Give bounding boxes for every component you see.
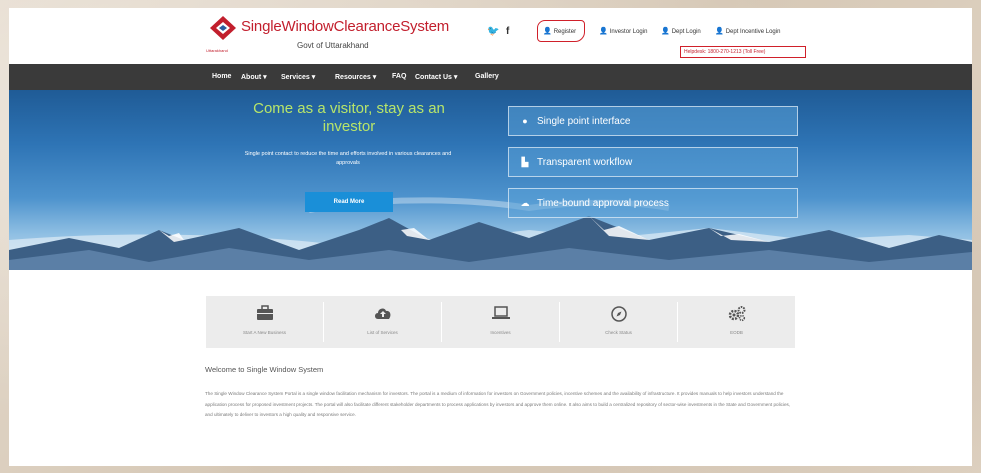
hero-banner: Come as a visitor, stay as an investor S… (9, 90, 972, 270)
briefcase-icon (206, 305, 323, 325)
investor-login-label: Investor Login (609, 29, 648, 35)
logo-tagline: Uttarakhand (206, 48, 228, 53)
feature-label: Time-bound approval process (537, 198, 669, 209)
helpdesk-number: Helpdesk: 1800-270-1213 (Toll Free) (680, 46, 806, 58)
cloud-upload-icon (324, 305, 441, 325)
service-label: Start A New Business (242, 330, 287, 335)
investor-login-link[interactable]: 👤 Investor Login (599, 27, 647, 35)
nav-home[interactable]: Home (212, 73, 231, 80)
service-list[interactable]: List of Services (324, 296, 441, 348)
register-link[interactable]: 👤 Register (543, 27, 576, 35)
main-navbar: Home About ▾ Services ▾ Resources ▾ FAQ … (9, 64, 972, 90)
nav-gallery[interactable]: Gallery (475, 73, 499, 80)
service-start-business[interactable]: Start A New Business (206, 296, 323, 348)
dept-login-link[interactable]: 👤 Dept Login (661, 27, 701, 35)
compass-icon (560, 305, 677, 325)
nav-resources[interactable]: Resources ▾ (335, 73, 376, 81)
browser-page: SingleWindowClearanceSystem Govt of Utta… (9, 8, 972, 466)
globe-icon: ● (522, 116, 528, 126)
service-label: Incentives (490, 330, 511, 335)
user-icon: 👤 (661, 28, 670, 35)
hero-title: Come as a visitor, stay as an investor (253, 100, 445, 135)
cloud-icon: ☁ (520, 198, 530, 208)
gears-icon (678, 305, 795, 325)
hierarchy-icon: ▙ (521, 157, 529, 167)
service-check-status[interactable]: Check Status (560, 296, 677, 348)
logo-icon[interactable] (209, 14, 237, 48)
facebook-icon[interactable]: f (506, 26, 509, 37)
laptop-icon (442, 305, 559, 325)
dept-incentive-login-link[interactable]: 👤 Dept Incentive Login (715, 27, 780, 35)
service-label: List of Services (367, 330, 398, 335)
nav-services[interactable]: Services ▾ (281, 73, 315, 81)
hero-text: Single point contact to reduce the time … (244, 151, 452, 166)
feature-single-point[interactable]: ● Single point interface (508, 106, 798, 136)
user-icon: 👤 (599, 28, 608, 35)
user-icon: 👤 (715, 28, 724, 35)
welcome-title: Welcome to Single Window System (205, 365, 324, 374)
service-eodb[interactable]: EODB (678, 296, 795, 348)
nav-faq[interactable]: FAQ (392, 73, 406, 80)
feature-transparent-workflow[interactable]: ▙ Transparent workflow (508, 147, 798, 177)
site-subtitle: Govt of Uttarakhand (297, 41, 369, 50)
feature-label: Single point interface (537, 116, 631, 127)
services-strip: Start A New Business List of Services In… (206, 296, 795, 348)
register-label: Register (553, 29, 577, 35)
feature-time-bound[interactable]: ☁ Time-bound approval process (508, 188, 798, 218)
welcome-body: The Single Window Clearance System Porta… (205, 391, 791, 417)
service-label: Check Status (605, 330, 632, 335)
read-more-button[interactable]: Read More (305, 192, 393, 212)
nav-contact[interactable]: Contact Us ▾ (415, 73, 457, 81)
site-header: SingleWindowClearanceSystem Govt of Utta… (9, 8, 972, 64)
mountain-backdrop (9, 197, 972, 270)
feature-label: Transparent workflow (537, 157, 633, 168)
dept-login-label: Dept Login (671, 29, 701, 35)
nav-about[interactable]: About ▾ (241, 73, 267, 81)
site-title: SingleWindowClearanceSystem (241, 18, 450, 35)
user-icon: 👤 (543, 28, 552, 35)
dept-incentive-login-label: Dept Incentive Login (725, 29, 781, 35)
twitter-icon[interactable]: 🐦 (487, 26, 499, 37)
service-label: EODB (730, 330, 743, 335)
service-incentives[interactable]: Incentives (442, 296, 559, 348)
